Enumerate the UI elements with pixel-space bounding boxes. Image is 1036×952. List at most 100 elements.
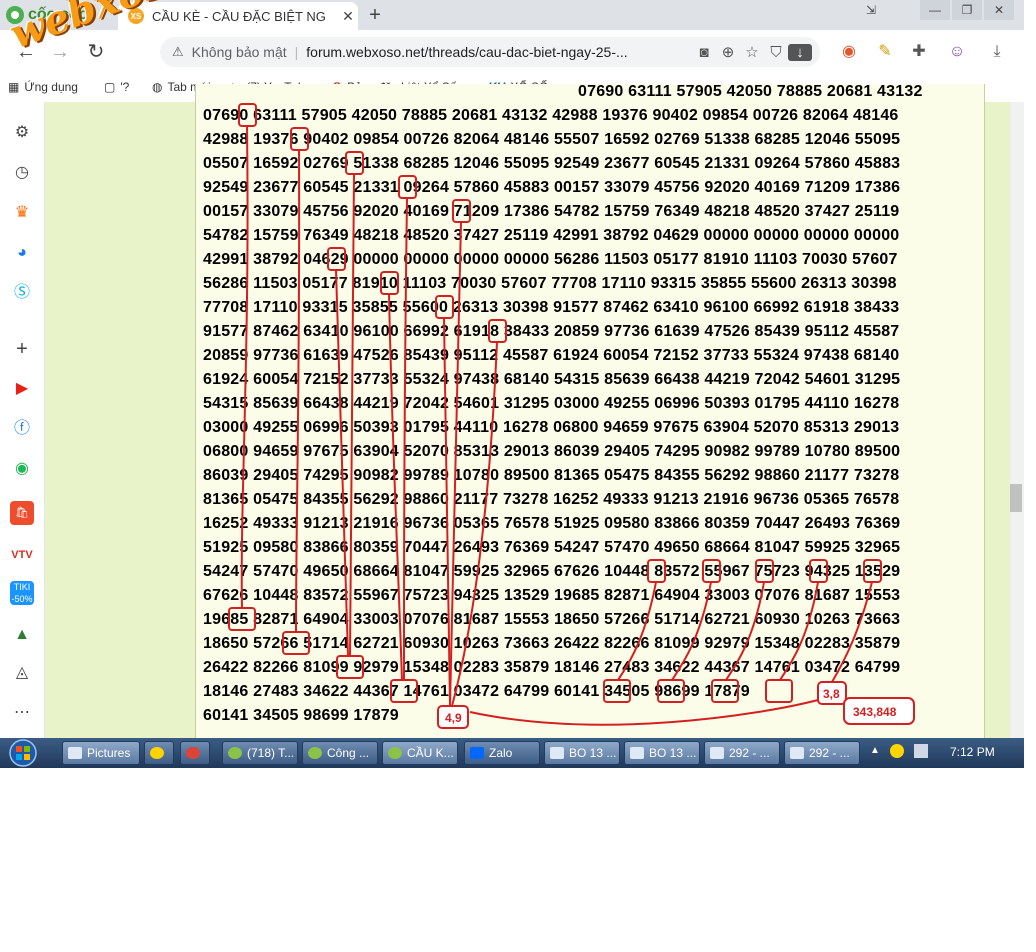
number-line: 54782 15759 76349 48218 48520 37427 2511…	[203, 227, 900, 244]
taskbar-label: (718) T...	[247, 746, 295, 760]
number-line: 16252 49333 91213 21916 96736 05365 7657…	[203, 515, 901, 532]
windows-start-icon[interactable]	[4, 738, 42, 768]
reload-icon[interactable]: ↻	[84, 40, 108, 64]
extensions-icon[interactable]: ✚	[906, 40, 932, 64]
zalo-icon	[470, 747, 484, 759]
number-line: 42991 38792 04629 00000 00000 00000 0000…	[203, 251, 898, 268]
taskbar-label: 292 - ...	[809, 746, 850, 760]
tray-network-icon[interactable]	[914, 744, 928, 758]
record-icon[interactable]: ◙	[692, 44, 716, 61]
tab-search-button[interactable]: ⇲	[856, 0, 886, 20]
downloads-icon[interactable]: ⤓	[984, 40, 1010, 64]
tab-close-icon[interactable]: ✕	[338, 8, 358, 25]
number-line: 00157 33079 45756 92020 40169 71209 1738…	[203, 203, 900, 220]
add-sidebar-icon[interactable]: +	[10, 337, 34, 361]
chrome-icon	[186, 747, 200, 759]
bookmark-star-icon[interactable]: ☆	[740, 43, 764, 61]
number-line: 20859 97736 61639 47526 85439 95112 4558…	[203, 347, 900, 364]
crown-icon[interactable]: ♛	[10, 201, 34, 225]
skype-icon[interactable]: Ⓢ	[10, 281, 34, 305]
number-line: 92549 23677 60545 21331 09264 57860 4588…	[203, 179, 901, 196]
folder-icon	[68, 747, 82, 759]
taskbar-item-pictures[interactable]: Pictures	[62, 741, 140, 765]
download-video-icon[interactable]: ↓	[788, 43, 812, 61]
coccoc-icon	[388, 747, 402, 759]
history-icon[interactable]: ◷	[10, 161, 34, 185]
number-line-header: 07690 63111 57905 42050 78885 20681 4313…	[578, 83, 923, 100]
maximize-button[interactable]: ❐	[952, 0, 982, 20]
graduation-cap-icon[interactable]: ▲	[10, 623, 34, 647]
apps-grid-icon: ▦	[8, 80, 20, 94]
new-tab-button[interactable]: +	[364, 4, 386, 26]
number-line: 26422 82266 81099 92979 15348 02283 3587…	[203, 659, 901, 676]
zoom-icon[interactable]: ⊕	[716, 43, 740, 61]
folder-icon: ▢	[104, 80, 116, 94]
youtube-sidebar-icon[interactable]: ▶	[10, 377, 34, 401]
address-bar[interactable]: ⚠ Không bảo mật | forum.webxoso.net/thre…	[160, 37, 820, 67]
security-label[interactable]: Không bảo mật	[192, 44, 287, 60]
close-window-button[interactable]: ✕	[984, 0, 1014, 20]
bookmark-folder[interactable]: ▢ '?	[104, 80, 129, 94]
tray-coccoc-icon[interactable]	[890, 744, 904, 758]
window-icon	[630, 747, 644, 759]
more-options-icon[interactable]: ⋯	[10, 701, 34, 725]
minimize-button[interactable]: —	[920, 0, 950, 20]
warning-icon[interactable]: ⚠	[172, 44, 184, 60]
notification-bell-icon[interactable]: ◬	[10, 661, 34, 685]
taskbar-item-bo13-b[interactable]: BO 13 ...	[624, 741, 700, 765]
messenger-icon[interactable]: ◕	[10, 241, 34, 265]
window-icon	[790, 747, 804, 759]
taskbar-item-292-b[interactable]: 292 - ...	[784, 741, 860, 765]
taskbar-item-coccoc-plus[interactable]	[144, 741, 174, 765]
taskbar-label: BO 13 ...	[649, 746, 697, 760]
window-icon	[550, 747, 564, 759]
scrollbar[interactable]	[1010, 102, 1024, 738]
shield-icon[interactable]: ⛉	[764, 44, 788, 61]
coccoc-icon	[308, 747, 322, 759]
facebook-icon[interactable]: ⓕ	[10, 417, 34, 441]
taskbar-item-292-a[interactable]: 292 - ...	[704, 741, 780, 765]
tiki-icon[interactable]: TIKI -50%	[10, 581, 34, 605]
number-line: 03000 49255 06996 50393 01795 44110 1627…	[203, 419, 900, 436]
bookmark-apps[interactable]: ▦ Ứng dụng	[8, 80, 78, 94]
system-clock[interactable]: 7:12 PM	[950, 745, 995, 759]
taskbar-label: 292 - ...	[729, 746, 770, 760]
tray-expand-icon[interactable]: ▲	[870, 745, 880, 756]
taskbar-label: CẦU K...	[407, 746, 454, 760]
number-line: 19685 82871 64904 33003 07076 81687 1555…	[203, 611, 901, 628]
number-line: 54247 57470 49650 68664 81047 59925 3296…	[203, 563, 901, 580]
taskbar-item-zalo[interactable]: Zalo	[464, 741, 540, 765]
taskbar-item-browser-active[interactable]: CẦU K...	[382, 741, 458, 765]
url-text[interactable]: forum.webxoso.net/threads/cau-dac-biet-n…	[306, 44, 692, 60]
taskbar-label: Zalo	[489, 746, 513, 760]
number-line: 51925 09580 83866 80359 70447 26493 7636…	[203, 539, 901, 556]
globe-icon: ◍	[152, 80, 163, 94]
taskbar-label: Công ...	[327, 746, 370, 760]
coccoc-plus-icon	[150, 747, 164, 759]
tab-title: CẦU KÈ - CẦU ĐẶC BIỆT NG	[152, 8, 326, 24]
coccoc-extension-icon[interactable]: ◉	[836, 40, 862, 64]
page-margin	[985, 102, 1009, 738]
number-line: 18650 57266 51714 62721 60930 10263 7366…	[203, 635, 901, 652]
number-line: 54315 85639 66438 44219 72042 54601 3129…	[203, 395, 900, 412]
taskbar-label: Pictures	[87, 746, 131, 760]
taskbar-item-browser-1[interactable]: (718) T...	[222, 741, 298, 765]
settings-gear-icon[interactable]: ⚙	[10, 121, 34, 145]
scrollbar-thumb[interactable]	[1010, 484, 1022, 512]
profile-avatar-icon[interactable]: ☺	[944, 40, 970, 64]
vtv-icon[interactable]: VTV	[10, 543, 34, 567]
number-line: 86039 29405 74295 90982 99789 10780 8950…	[203, 467, 900, 484]
taskbar-item-chrome[interactable]	[180, 741, 210, 765]
number-line: 05507 16592 02769 51338 68285 12046 5509…	[203, 155, 901, 172]
taskbar-item-browser-2[interactable]: Công ...	[302, 741, 378, 765]
number-line: 77708 17110 93315 35855 55600 26313 3039…	[203, 299, 900, 316]
number-line: 56286 11503 05177 81910 11103 70030 5760…	[203, 275, 897, 292]
window-icon	[710, 747, 724, 759]
number-line: 91577 87462 63410 96100 66992 61918 3843…	[203, 323, 900, 340]
number-line: 42988 19376 90402 09854 00726 82064 4814…	[203, 131, 901, 148]
spotify-icon[interactable]: ◉	[10, 457, 34, 481]
shopee-icon[interactable]: 🛍	[10, 501, 34, 525]
pencil-icon[interactable]: ✎	[872, 40, 898, 64]
number-line: 06800 94659 97675 63904 52070 85313 2901…	[203, 443, 901, 460]
taskbar-item-bo13-a[interactable]: BO 13 ...	[544, 741, 620, 765]
